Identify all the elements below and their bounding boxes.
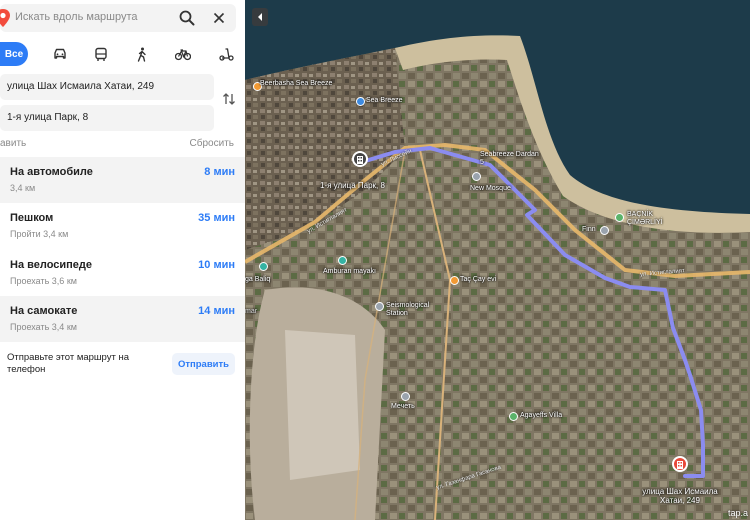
add-point-link[interactable]: авить <box>0 138 26 149</box>
route-option-walk[interactable]: Пешком Пройти 3,4 км 35 мин <box>0 203 245 249</box>
route-search-bar[interactable]: Искать вдоль маршрута <box>0 4 236 32</box>
poi-mosque-icon[interactable] <box>401 392 410 401</box>
poi-car-icon[interactable] <box>600 226 609 235</box>
poi-tac[interactable]: Taç Çay evi <box>460 276 496 284</box>
poi-amburan[interactable]: Amburan mayakı <box>323 268 376 276</box>
route-option-time: 35 мин <box>198 212 235 224</box>
poi-new-mosque[interactable]: New Mosque <box>470 185 511 193</box>
poi-station-icon[interactable] <box>375 302 384 311</box>
send-button[interactable]: Отправить <box>172 353 235 375</box>
map-pin-icon <box>0 9 10 27</box>
transport-mode-tabs: Все <box>0 42 245 68</box>
end-label: улица Шах Исмаила Хатаи, 249 <box>642 487 718 505</box>
start-marker[interactable] <box>352 151 368 167</box>
send-to-phone-text: Отправьте этот маршрут на телефон <box>7 352 129 375</box>
bus-icon <box>95 47 107 61</box>
route-option-name: На самокате <box>10 305 78 317</box>
collapse-panel-button[interactable] <box>252 8 268 26</box>
route-from-value: улица Шах Исмаила Хатаи, 249 <box>7 81 155 92</box>
route-option-time: 10 мин <box>198 259 235 271</box>
route-option-time: 14 мин <box>198 305 235 317</box>
chevron-left-icon <box>258 13 262 21</box>
pedestrian-icon <box>137 47 146 62</box>
poi-beerbasha[interactable]: Beerbasha Sea Breeze <box>260 80 332 88</box>
close-icon[interactable] <box>210 9 228 27</box>
route-option-name: Пешком <box>10 212 54 224</box>
route-option-name: На автомобиле <box>10 166 93 178</box>
route-actions-row: авить Сбросить <box>0 138 245 152</box>
mode-walk-tab[interactable] <box>131 42 153 66</box>
search-input[interactable]: Искать вдоль маршрута <box>15 11 138 23</box>
route-option-distance: Проехать 3,4 км <box>10 322 77 332</box>
route-to-field[interactable]: 1-я улица Парк, 8 <box>0 105 214 131</box>
poi-cafe-icon[interactable] <box>450 276 459 285</box>
poi-hotel-icon[interactable] <box>356 97 365 106</box>
poi-sea-breeze[interactable]: Sea Breeze <box>366 97 403 105</box>
start-label: 1-я улица Парк, 8 <box>320 181 385 190</box>
route-option-time: 8 мин <box>204 166 235 178</box>
poi-seabreeze-dardan[interactable]: Seabreeze Dardan 5 <box>480 151 540 167</box>
building-icon <box>357 156 363 164</box>
mode-all-tab[interactable]: Все <box>0 42 28 66</box>
poi-villa-icon[interactable] <box>509 412 518 421</box>
poi-restaurant-icon[interactable] <box>259 262 268 271</box>
mode-car-tab[interactable] <box>49 42 71 66</box>
route-option-bike[interactable]: На велосипеде Проехать 3,6 км 10 мин <box>0 250 245 296</box>
poi-finn[interactable]: Finn <box>582 226 596 234</box>
poi-bachik[interactable]: BAÇNİK ÇİMƏRLİYİ <box>627 211 677 227</box>
poi-ga-baliq[interactable]: ga Baliq <box>245 276 270 284</box>
route-option-scooter[interactable]: На самокате Проехать 3,4 км 14 мин <box>0 296 245 342</box>
mode-scooter-tab[interactable] <box>215 42 237 66</box>
map-watermark: tap.a <box>727 508 748 518</box>
poi-mosque[interactable]: Мечеть <box>391 403 415 411</box>
route-option-distance: Пройти 3,4 км <box>10 229 69 239</box>
end-marker[interactable] <box>672 456 688 472</box>
poi-lighthouse-icon[interactable] <box>338 256 347 265</box>
car-icon <box>54 48 66 59</box>
search-icon[interactable] <box>178 9 196 27</box>
swap-icon[interactable] <box>221 91 237 107</box>
reset-link[interactable]: Сбросить <box>190 138 234 149</box>
route-option-name: На велосипеде <box>10 259 93 271</box>
mode-all-label: Все <box>4 48 24 60</box>
scooter-icon <box>218 48 234 61</box>
route-option-distance: 3,4 км <box>10 183 36 193</box>
satellite-map <box>245 0 750 520</box>
bicycle-icon <box>175 49 191 61</box>
route-option-distance: Проехать 3,6 км <box>10 276 77 286</box>
building-icon <box>677 461 683 469</box>
route-to-value: 1-я улица Парк, 8 <box>7 112 89 123</box>
map-view[interactable]: Beerbasha Sea Breeze Sea Breeze Seabreez… <box>245 0 750 520</box>
poi-mosque-icon[interactable] <box>472 172 481 181</box>
poi-mar[interactable]: mar <box>245 308 257 316</box>
mode-transit-tab[interactable] <box>90 42 112 66</box>
route-option-car[interactable]: На автомобиле 3,4 км 8 мин <box>0 157 245 203</box>
poi-agayeffs[interactable]: Agayeffs Villa <box>520 412 562 420</box>
route-panel: Искать вдоль маршрута Все улица Шах Исма… <box>0 0 245 520</box>
mode-bike-tab[interactable] <box>172 42 194 66</box>
route-from-field[interactable]: улица Шах Исмаила Хатаи, 249 <box>0 74 214 100</box>
poi-beach-icon[interactable] <box>615 213 624 222</box>
poi-seismo[interactable]: Seismological Station <box>386 302 446 318</box>
